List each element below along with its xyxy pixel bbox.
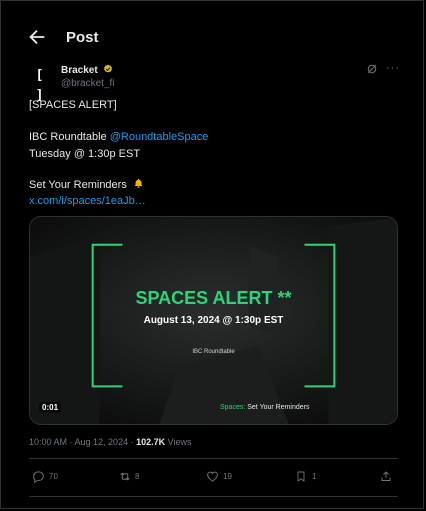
media-date: August 13, 2024 @ 1:30p EST — [143, 315, 284, 326]
space-link[interactable]: x.com/i/spaces/1eaJb… — [29, 195, 146, 207]
media-card[interactable]: SPACES ALERT ** August 13, 2024 @ 1:30p … — [29, 216, 398, 425]
heart-icon — [207, 471, 218, 482]
reply-count: 70 — [49, 472, 58, 481]
media-room: IBC Roundtable — [192, 349, 235, 355]
share-icon — [381, 471, 391, 481]
bell-emoji-icon — [134, 178, 143, 188]
header: Post — [0, 20, 426, 56]
post-line-2-text: IBC Roundtable — [29, 131, 110, 143]
author-handle[interactable]: @bracket_fi — [61, 78, 115, 89]
views-label: Views — [165, 437, 192, 447]
like-count: 19 — [223, 472, 232, 481]
author-name-text[interactable]: Bracket — [61, 65, 98, 76]
post-line-1: [SPACES ALERT] — [29, 99, 117, 111]
repost-icon — [120, 472, 130, 481]
media-title: SPACES ALERT ** — [135, 288, 292, 308]
avatar[interactable]: [ ] — [27, 66, 55, 103]
post-line-2: IBC Roundtable @RoundtableSpace — [29, 131, 208, 143]
repost-count: 8 — [135, 472, 140, 481]
bookmark-count: 1 — [312, 472, 317, 481]
bookmark-icon — [297, 471, 305, 482]
divider-bottom — [29, 496, 398, 497]
media-footer: Spaces: Set Your Reminders — [220, 404, 310, 411]
grok-icon[interactable] — [366, 63, 378, 75]
page-title: Post — [66, 29, 99, 46]
reply-icon — [33, 471, 44, 483]
post-timestamp[interactable]: 10:00 AM · Aug 12, 2024 · — [29, 437, 136, 447]
post-line-4-text: Set Your Reminders — [29, 179, 127, 191]
mention-link[interactable]: @RoundtableSpace — [110, 131, 209, 143]
media-footer-accent: Spaces: — [220, 404, 246, 411]
verified-badge-icon — [104, 64, 113, 73]
divider-top — [29, 458, 398, 459]
author-name[interactable]: Bracket — [61, 64, 113, 76]
post-line-3: Tuesday @ 1:30p EST — [29, 148, 141, 160]
video-duration: 0:01 — [39, 402, 62, 413]
post-line-4: Set Your Reminders — [29, 178, 144, 191]
views-count: 102.7K — [136, 437, 166, 447]
back-arrow-icon[interactable] — [26, 26, 48, 48]
more-options-icon[interactable]: ··· — [386, 62, 400, 74]
media-footer-text: Set Your Reminders — [245, 404, 310, 411]
post-meta: 10:00 AM · Aug 12, 2024 · 102.7K Views — [29, 437, 191, 447]
